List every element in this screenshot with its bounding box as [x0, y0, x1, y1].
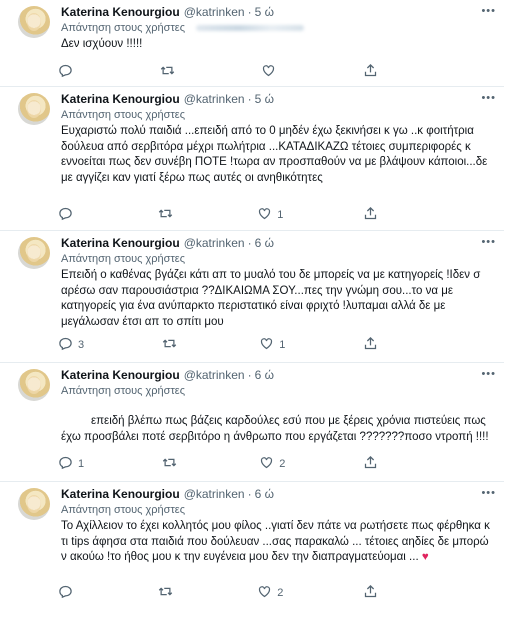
like-count: 2 [277, 587, 284, 599]
author-name[interactable]: Katerina Kenourgiou [61, 236, 180, 251]
tweet-text: Επειδή ο καθένας βγάζει κάτι απ το μυαλό… [61, 269, 481, 328]
retweet-button[interactable] [162, 336, 182, 354]
reply-button[interactable] [58, 584, 78, 602]
author-handle[interactable]: @katrinken [184, 368, 245, 383]
timestamp[interactable]: 6 ώ [255, 487, 274, 502]
like-icon [261, 63, 276, 81]
reply-label: Απάντηση στους χρήστες [61, 385, 186, 397]
retweet-button[interactable] [160, 63, 180, 81]
like-button[interactable]: 2 [259, 455, 285, 473]
red-heart-icon: ♥ [421, 551, 429, 563]
reply-context: Απάντηση στους χρήστες [61, 503, 494, 517]
like-icon [257, 206, 272, 224]
reply-icon [58, 336, 73, 354]
reply-icon [58, 63, 73, 81]
share-icon [363, 206, 378, 224]
tweet[interactable]: ••• Katerina Kenourgiou @katrinken · 6 ώ… [0, 363, 504, 482]
tweet-text: Δεν ισχύουν !!!!! [61, 38, 143, 50]
avatar[interactable] [18, 93, 50, 125]
share-button[interactable] [363, 206, 378, 224]
avatar[interactable] [18, 369, 50, 401]
like-count: 1 [277, 209, 284, 221]
reply-button[interactable]: 1 [58, 455, 84, 473]
avatar[interactable] [18, 6, 50, 38]
author-name[interactable]: Katerina Kenourgiou [61, 92, 180, 107]
separator-dot: · [247, 368, 252, 382]
tweet[interactable]: ••• Katerina Kenourgiou @katrinken · 6 ώ… [0, 482, 504, 621]
reply-label: Απάντηση στους χρήστες [61, 504, 186, 516]
share-button[interactable] [363, 336, 378, 354]
author-handle[interactable]: @katrinken [184, 5, 245, 20]
author-name[interactable]: Katerina Kenourgiou [61, 5, 180, 20]
share-button[interactable] [363, 584, 378, 602]
like-button[interactable]: 1 [259, 336, 285, 354]
reply-button[interactable] [58, 63, 78, 81]
reply-icon [58, 584, 73, 602]
author-name[interactable]: Katerina Kenourgiou [61, 487, 180, 502]
like-icon [257, 584, 272, 602]
reply-count: 3 [78, 339, 85, 351]
share-icon [363, 63, 378, 81]
retweet-button[interactable] [158, 206, 178, 224]
tweet-text-body: επειδή βλέπω πως βάζεις καρδούλες εσύ πο… [61, 415, 489, 443]
avatar[interactable] [18, 488, 50, 520]
reply-context: Απάντηση στους χρήστες [61, 108, 494, 122]
like-icon [259, 336, 274, 354]
like-icon [259, 455, 274, 473]
share-icon [363, 336, 378, 354]
reply-label: Απάντηση στους χρήστες [61, 109, 186, 121]
author-handle[interactable]: @katrinken [184, 92, 245, 107]
tweet-text: Ευχαριστώ πολύ παιδιά ...επειδή από το 0… [61, 125, 488, 184]
tweet[interactable]: ••• Katerina Kenourgiou @katrinken · 5 ώ… [0, 87, 504, 231]
tweet[interactable]: ••• Katerina Kenourgiou @katrinken · 6 ώ… [0, 231, 504, 363]
author-handle[interactable]: @katrinken [184, 487, 245, 502]
share-icon [363, 584, 378, 602]
like-button[interactable] [261, 63, 281, 81]
timestamp[interactable]: 5 ώ [255, 92, 274, 107]
reply-context: Απάντηση στους χρήστες [61, 384, 494, 398]
tweet[interactable]: ••• Katerina Kenourgiou @katrinken · 5 ώ… [0, 0, 504, 87]
separator-dot: · [247, 236, 252, 250]
reply-label: Απάντηση στους χρήστες [61, 22, 186, 34]
retweet-icon [158, 206, 173, 224]
avatar[interactable] [18, 237, 50, 269]
retweet-icon [158, 584, 173, 602]
retweet-button[interactable] [162, 455, 182, 473]
reply-button[interactable] [58, 206, 78, 224]
share-button[interactable] [363, 63, 378, 81]
reply-button[interactable]: 3 [58, 336, 84, 354]
reply-icon [58, 206, 73, 224]
tweet-text: Το Αχίλλειον το έχει κολλητός μου φίλος … [61, 519, 494, 566]
separator-dot: · [247, 487, 252, 501]
separator-dot: · [247, 92, 252, 106]
retweet-icon [162, 455, 177, 473]
like-button[interactable]: 2 [257, 584, 283, 602]
author-handle[interactable]: @katrinken [184, 236, 245, 251]
author-name[interactable]: Katerina Kenourgiou [61, 368, 180, 383]
separator-dot: · [247, 5, 252, 19]
reply-icon [58, 455, 73, 473]
tweet-text: επειδή βλέπω πως βάζεις καρδούλες εσύ πο… [61, 414, 494, 445]
timestamp[interactable]: 6 ώ [255, 236, 274, 251]
reply-context: Απάντηση στους χρήστες [61, 252, 494, 266]
reply-label: Απάντηση στους χρήστες [61, 253, 186, 265]
like-count: 1 [279, 339, 286, 351]
reply-count: 1 [78, 458, 85, 470]
timestamp[interactable]: 6 ώ [255, 368, 274, 383]
like-button[interactable]: 1 [257, 206, 283, 224]
retweet-button[interactable] [158, 584, 178, 602]
retweet-icon [162, 336, 177, 354]
share-icon [363, 455, 378, 473]
redacted-usernames [196, 25, 305, 32]
retweet-icon [160, 63, 175, 81]
reply-context: Απάντηση στους χρήστες [61, 21, 494, 35]
share-button[interactable] [363, 455, 378, 473]
timestamp[interactable]: 5 ώ [255, 5, 274, 20]
like-count: 2 [279, 458, 286, 470]
